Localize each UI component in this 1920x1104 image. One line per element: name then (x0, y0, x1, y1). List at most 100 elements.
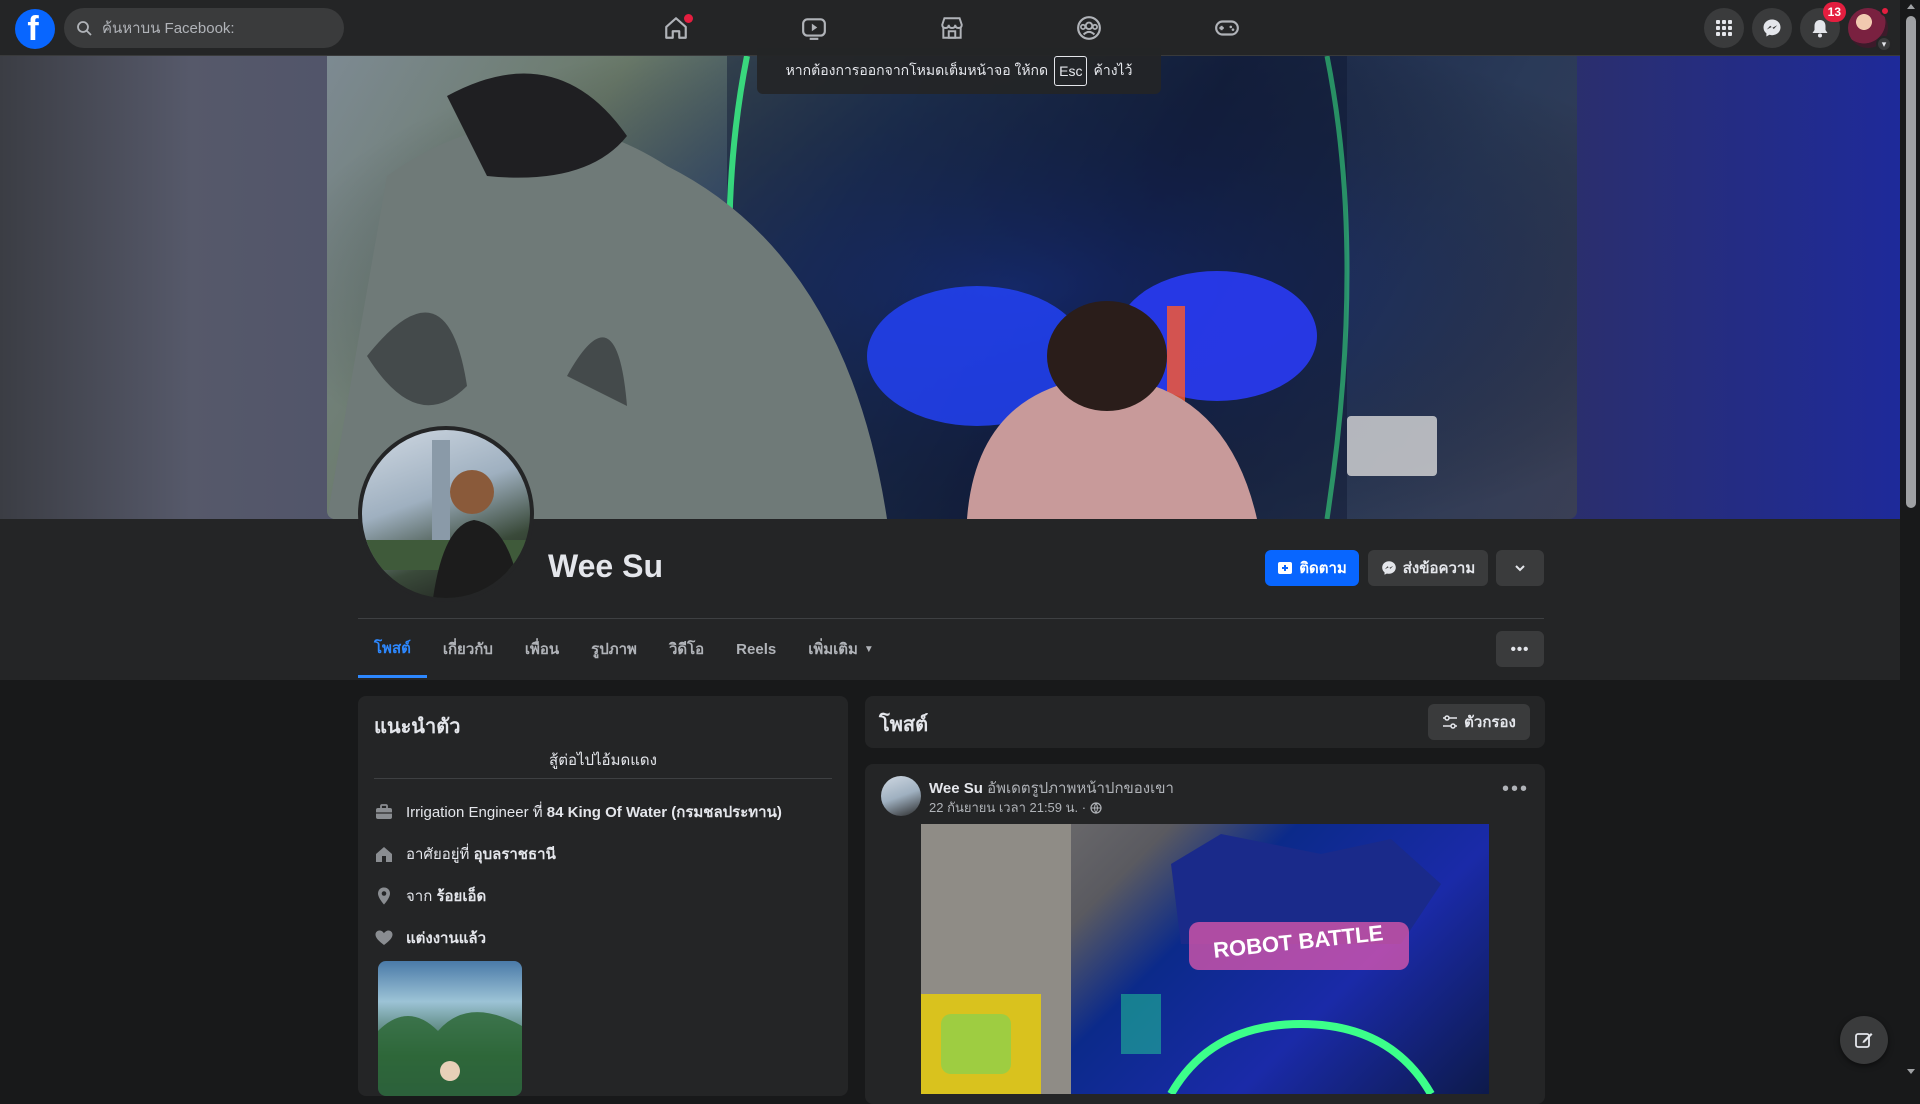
nav-home[interactable] (621, 8, 731, 48)
featured-photo[interactable] (378, 961, 522, 1096)
profile-picture-image (362, 440, 530, 598)
messenger-button[interactable] (1752, 8, 1792, 48)
post-photo[interactable]: ROBOT BATTLE (921, 824, 1489, 1094)
tab-label: เกี่ยวกับ (442, 641, 493, 658)
notification-badge: 13 (1822, 2, 1846, 22)
follow-icon (1278, 562, 1293, 574)
scrollbar-thumb[interactable] (1906, 16, 1916, 508)
cover-photo[interactable] (327, 56, 1577, 519)
message-button-label: ส่งข้อความ (1402, 560, 1476, 577)
intro-work-text: Irrigation Engineer ที่ 84 King Of Water… (406, 800, 782, 824)
intro-from-text: จาก ร้อยเอ็ด (406, 884, 486, 908)
post-action-text: อัพเดตรูปภาพหน้าปกของเขา (982, 780, 1174, 797)
heart-icon (375, 930, 393, 945)
new-message-button[interactable] (1840, 1016, 1888, 1064)
work-place-link[interactable]: 84 King Of Water (กรมชลประทาน) (547, 804, 782, 821)
more-profile-actions-button[interactable] (1496, 550, 1544, 586)
house-icon (376, 847, 392, 862)
marketplace-icon (941, 17, 963, 39)
watch-icon (802, 18, 826, 40)
menu-button[interactable] (1704, 8, 1744, 48)
groups-icon (1077, 16, 1101, 40)
tab-videos[interactable]: วิดีโอ (653, 620, 720, 678)
filter-sliders-icon (1443, 715, 1458, 729)
filter-button-label: ตัวกรอง (1464, 714, 1516, 731)
fullscreen-exit-tip: หากต้องการออกจากโหมดเต็มหน้าจอ ให้กด Esc… (757, 48, 1161, 94)
profile-header-panel (0, 519, 1900, 680)
tab-label: Reels (736, 640, 777, 658)
grid-menu-icon (1716, 20, 1732, 36)
caret-down-icon: ▼ (863, 643, 874, 655)
tab-more[interactable]: เพิ่มเติม ▼ (792, 620, 890, 678)
more-dots-icon: ••• (1510, 640, 1530, 658)
home-notification-dot (684, 14, 693, 23)
tab-about[interactable]: เกี่ยวกับ (427, 620, 509, 678)
chevron-down-icon: ▾ (1876, 36, 1892, 52)
search-input[interactable] (100, 18, 330, 38)
follow-button-label: ติดตาม (1299, 560, 1347, 577)
work-prefix: Irrigation Engineer ที่ (406, 804, 547, 821)
intro-card: แนะนำตัว สู้ต่อไปไอ้มดแดง Irrigation Eng… (358, 696, 848, 1096)
filter-button[interactable]: ตัวกรอง (1428, 704, 1530, 740)
tab-label: เพิ่มเติม (808, 641, 858, 658)
follow-button[interactable]: ติดตาม (1265, 550, 1359, 586)
profile-tabs: โพสต์ เกี่ยวกับ เพื่อน รูปภาพ วิดีโอ Ree… (358, 620, 890, 678)
gaming-icon (1215, 20, 1239, 36)
posts-title: โพสต์ (879, 714, 929, 736)
nav-groups[interactable] (1034, 8, 1144, 48)
tip-text-after: ค้างไว้ (1093, 62, 1133, 78)
post-timestamp[interactable]: 22 กันยายน เวลา 21:59 น. · (929, 797, 1086, 818)
tab-posts[interactable]: โพสต์ (358, 620, 427, 678)
post-meta: 22 กันยายน เวลา 21:59 น. · (929, 797, 1102, 818)
account-avatar[interactable]: ▾ (1848, 6, 1892, 52)
from-place-link[interactable]: ร้อยเอ็ด (436, 888, 486, 905)
compose-icon (1855, 1033, 1873, 1048)
nav-watch[interactable] (759, 8, 869, 48)
posts-header-card: โพสต์ ตัวกรอง (865, 696, 1545, 748)
briefcase-icon (376, 804, 392, 819)
lives-prefix: อาศัยอยู่ที่ (406, 846, 474, 863)
nav-gaming[interactable] (1172, 8, 1282, 48)
profile-name: Wee Su (548, 548, 663, 584)
message-button[interactable]: ส่งข้อความ (1368, 550, 1488, 586)
bell-icon (1812, 20, 1828, 38)
tab-reels[interactable]: Reels (720, 620, 792, 678)
cover-photo-image (327, 56, 1577, 519)
featured-photo-image (378, 1012, 522, 1096)
post-card: Wee Su อัพเดตรูปภาพหน้าปกของเขา 22 กันยา… (865, 764, 1545, 1104)
post-author-avatar[interactable] (881, 776, 921, 816)
scroll-up-arrow-icon[interactable] (1907, 4, 1915, 9)
search-icon (77, 21, 92, 36)
facebook-logo-icon[interactable]: f (15, 9, 55, 49)
post-options-icon[interactable]: ••• (1502, 778, 1529, 801)
tab-friends[interactable]: เพื่อน (509, 620, 575, 678)
page-scrollbar[interactable] (1903, 0, 1920, 1080)
header-divider (358, 618, 1544, 619)
search-box[interactable] (64, 8, 344, 48)
tab-label: รูปภาพ (591, 641, 637, 658)
chevron-down-icon (1515, 565, 1525, 572)
lives-place-link[interactable]: อุบลราชธานี (474, 846, 556, 863)
post-photo-image: ROBOT BATTLE (921, 824, 1441, 1094)
esc-key-label: Esc (1054, 56, 1088, 86)
intro-bio: สู้ต่อไปไอ้มดแดง (549, 752, 657, 769)
scroll-down-arrow-icon[interactable] (1907, 1069, 1915, 1074)
intro-lives-text: อาศัยอยู่ที่ อุบลราชธานี (406, 842, 556, 866)
tab-photos[interactable]: รูปภาพ (575, 620, 653, 678)
tabs-more-button[interactable]: ••• (1496, 631, 1544, 667)
intro-work: Irrigation Engineer ที่ 84 King Of Water… (374, 800, 782, 824)
tab-label: เพื่อน (524, 641, 560, 658)
messenger-icon (1381, 561, 1396, 575)
location-pin-icon (378, 887, 390, 905)
intro-relationship: แต่งงานแล้ว (374, 926, 486, 950)
facebook-logo-letter: f (27, 10, 39, 48)
nav-marketplace[interactable] (897, 8, 1007, 48)
globe-icon (1090, 801, 1102, 814)
avatar-notification-dot (1880, 6, 1890, 16)
notifications-button[interactable]: 13 (1800, 2, 1846, 48)
tab-label: โพสต์ (374, 639, 411, 657)
post-author-name[interactable]: Wee Su (929, 780, 983, 797)
profile-picture[interactable] (358, 426, 534, 602)
intro-title: แนะนำตัว (374, 716, 461, 738)
messenger-icon (1763, 19, 1781, 37)
